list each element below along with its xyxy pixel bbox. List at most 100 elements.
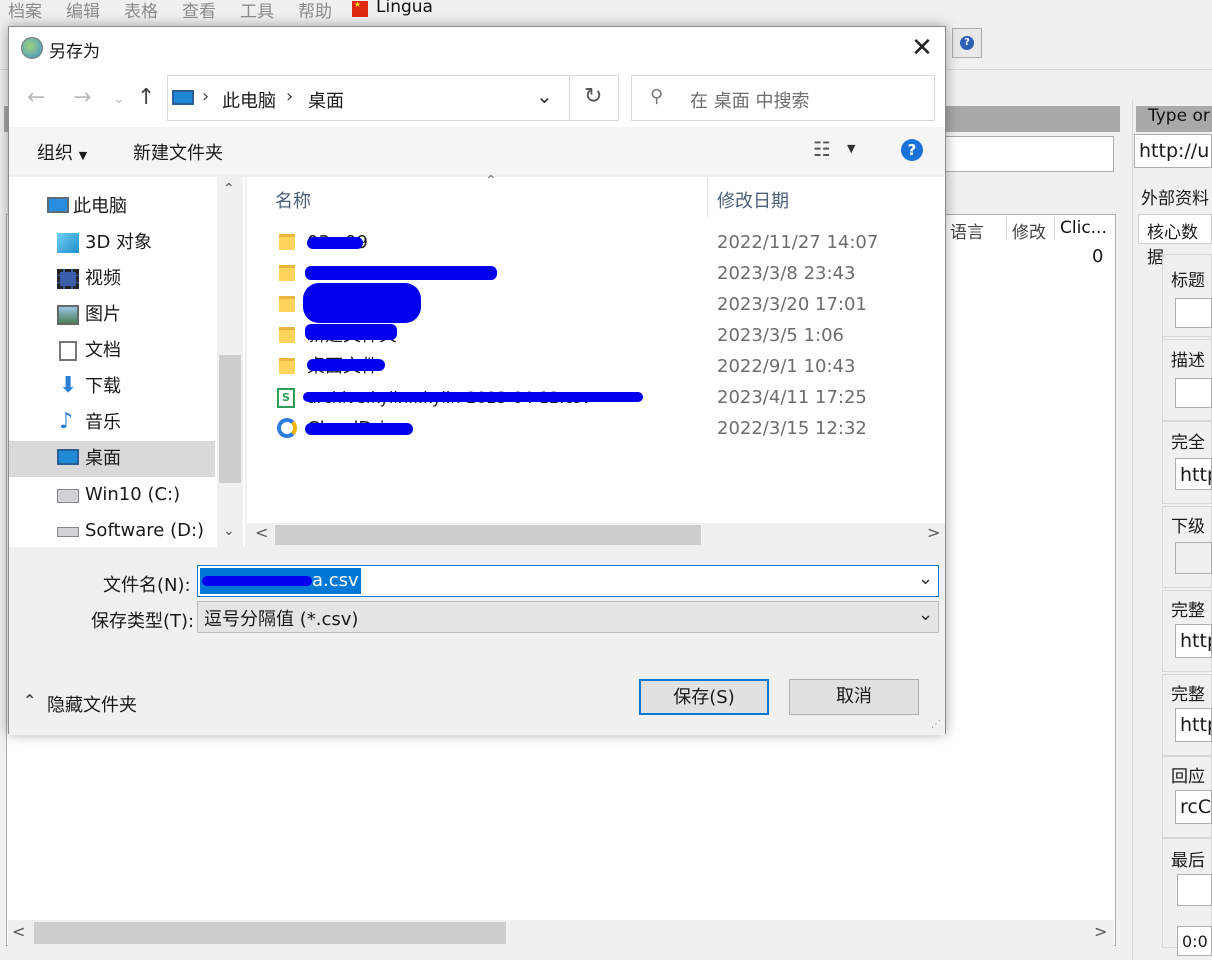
nav-label: 下载 <box>85 376 121 397</box>
scroll-thumb[interactable] <box>219 355 241 483</box>
file-row[interactable]: 2023/3/20 17:01 <box>247 283 937 323</box>
column-clicks[interactable]: Clic... <box>1060 218 1107 238</box>
filetype-dropdown-chevron-icon: ⌄ <box>918 604 934 625</box>
complete-input-2[interactable]: http <box>1175 708 1212 742</box>
full-url-input[interactable]: http <box>1175 458 1212 490</box>
cube-icon <box>57 233 79 253</box>
last-input[interactable] <box>1177 874 1212 906</box>
menu-tools[interactable]: 工具 <box>240 0 274 22</box>
filename-dropdown-chevron-icon[interactable]: ⌄ <box>918 568 933 589</box>
view-options-icon[interactable]: ☷ <box>813 137 831 161</box>
navigation-scrollbar[interactable]: ⌃ ⌄ <box>217 177 243 547</box>
scroll-right-icon[interactable]: > <box>927 523 940 542</box>
menu-help[interactable]: 帮助 <box>298 0 332 22</box>
file-row[interactable]: 03~09 2022/11/27 14:07 <box>247 227 937 258</box>
tab-core-data[interactable]: 核心数据 <box>1138 214 1212 268</box>
forward-arrow-icon[interactable]: → <box>73 85 91 110</box>
scroll-down-icon[interactable]: ⌄ <box>223 523 235 539</box>
search-placeholder[interactable]: 在 桌面 中搜索 <box>690 87 809 113</box>
help-icon[interactable]: ? <box>901 139 923 161</box>
hide-folders-toggle[interactable]: 隐藏文件夹 <box>47 691 137 717</box>
file-row[interactable]: 新建文件夹 2023/3/5 1:06 <box>247 320 937 351</box>
menu-file[interactable]: 档案 <box>8 0 42 22</box>
up-arrow-icon[interactable]: ↑ <box>137 85 155 110</box>
save-button[interactable]: 保存(S) <box>639 679 769 715</box>
nav-item-pictures[interactable]: 图片 <box>9 297 215 333</box>
column-language[interactable]: 语言 <box>950 218 984 243</box>
scroll-right-icon[interactable]: > <box>1094 922 1107 941</box>
chevron-up-icon[interactable]: ⌃ <box>23 691 36 710</box>
file-date: 2023/3/20 17:01 <box>717 294 867 315</box>
file-row[interactable]: 桌面文件 2022/9/1 10:43 <box>247 351 937 382</box>
search-box[interactable]: ⚲ 在 桌面 中搜索 <box>631 75 935 121</box>
title-input[interactable] <box>1175 298 1212 328</box>
nav-label: 文档 <box>85 340 121 361</box>
menu-table[interactable]: 表格 <box>124 0 158 22</box>
file-row[interactable]: S archive.kylin...kylin-2023-04-12.csv 2… <box>247 382 937 413</box>
nav-item-this-pc[interactable]: 此电脑 <box>9 189 215 225</box>
redaction <box>202 576 312 586</box>
nav-item-drive-d[interactable]: Software (D:) <box>9 513 215 549</box>
column-name[interactable]: 名称 <box>275 187 311 213</box>
address-dropdown-chevron-icon[interactable]: ⌄ <box>536 84 553 108</box>
time-input[interactable]: 0:0 <box>1177 926 1212 956</box>
complete-input-1[interactable]: http <box>1175 624 1212 658</box>
redaction <box>305 324 397 340</box>
left-pane-hscroll-thumb[interactable] <box>34 922 506 944</box>
nav-item-videos[interactable]: 视频 <box>9 261 215 297</box>
file-list-hscrollbar[interactable]: < > <box>247 523 945 547</box>
column-divider <box>707 177 708 217</box>
new-folder-button[interactable]: 新建文件夹 <box>133 139 223 165</box>
cancel-button[interactable]: 取消 <box>789 679 919 715</box>
breadcrumb-desktop[interactable]: 桌面 <box>308 87 344 113</box>
nav-item-drive-c[interactable]: Win10 (C:) <box>9 477 215 513</box>
menu-view[interactable]: 查看 <box>182 0 216 22</box>
file-row[interactable]: CloudDrive 2022/3/15 12:32 <box>247 413 937 444</box>
left-pane-input[interactable] <box>940 136 1114 172</box>
column-modified[interactable]: 修改 <box>1012 218 1046 243</box>
nav-label: 音乐 <box>85 412 121 433</box>
recent-locations-chevron-icon[interactable]: ⌄ <box>113 91 125 107</box>
scroll-thumb[interactable] <box>275 525 701 545</box>
save-form: 文件名(N): a.csv ⌄ 保存类型(T): 逗号分隔值 (*.csv) ⌄… <box>9 547 945 735</box>
nav-item-downloads[interactable]: ⬇ 下载 <box>9 369 215 405</box>
menu-edit[interactable]: 编辑 <box>66 0 100 22</box>
response-input[interactable]: rcCo <box>1175 790 1212 824</box>
nav-item-documents[interactable]: 文档 <box>9 333 215 369</box>
filename-input[interactable]: a.csv ⌄ <box>197 565 939 597</box>
scroll-left-icon[interactable]: < <box>12 922 25 941</box>
filename-value: a.csv <box>312 570 359 591</box>
scroll-up-icon[interactable]: ⌃ <box>223 181 235 197</box>
breadcrumb-this-pc[interactable]: 此电脑 <box>222 87 276 113</box>
filetype-select[interactable]: 逗号分隔值 (*.csv) ⌄ <box>197 601 939 633</box>
nav-item-desktop[interactable]: 桌面 <box>9 441 215 477</box>
close-button[interactable]: ✕ <box>909 35 935 61</box>
description-input[interactable] <box>1175 378 1212 408</box>
url-field[interactable]: http://up <box>1134 134 1212 168</box>
help-button[interactable]: ? <box>952 28 982 58</box>
clicks-count: 0 <box>1092 246 1104 267</box>
picture-icon <box>57 305 79 325</box>
resize-grip-icon[interactable]: ⋰ <box>931 719 941 730</box>
column-modified-date[interactable]: 修改日期 <box>717 187 789 213</box>
address-bar[interactable]: › 此电脑 › 桌面 ⌄ <box>167 75 619 121</box>
nav-item-music[interactable]: ♪ 音乐 <box>9 405 215 441</box>
dropdown-caret-icon: ▼ <box>78 149 88 162</box>
scroll-left-icon[interactable]: < <box>255 523 268 542</box>
desktop-icon <box>57 449 79 465</box>
organize-menu[interactable]: 组织 ▼ <box>37 139 87 165</box>
file-date: 2023/4/11 17:25 <box>717 387 867 408</box>
menu-lingua[interactable]: Lingua <box>376 0 433 17</box>
folder-icon <box>279 265 295 281</box>
refresh-icon: ↻ <box>584 84 603 109</box>
refresh-button[interactable]: ↻ <box>569 75 619 121</box>
command-bar: 组织 ▼ 新建文件夹 ☷ ▼ ? <box>9 127 945 175</box>
file-date: 2023/3/8 23:43 <box>717 263 856 284</box>
title-label: 标题 <box>1171 271 1205 291</box>
dialog-titlebar[interactable]: 另存为 ✕ <box>9 27 945 69</box>
back-arrow-icon[interactable]: ← <box>27 85 45 110</box>
cloud-drive-icon <box>277 418 297 438</box>
view-dropdown-caret-icon[interactable]: ▼ <box>847 142 855 155</box>
sub-url-input[interactable] <box>1175 542 1212 574</box>
nav-item-3d-objects[interactable]: 3D 对象 <box>9 225 215 261</box>
